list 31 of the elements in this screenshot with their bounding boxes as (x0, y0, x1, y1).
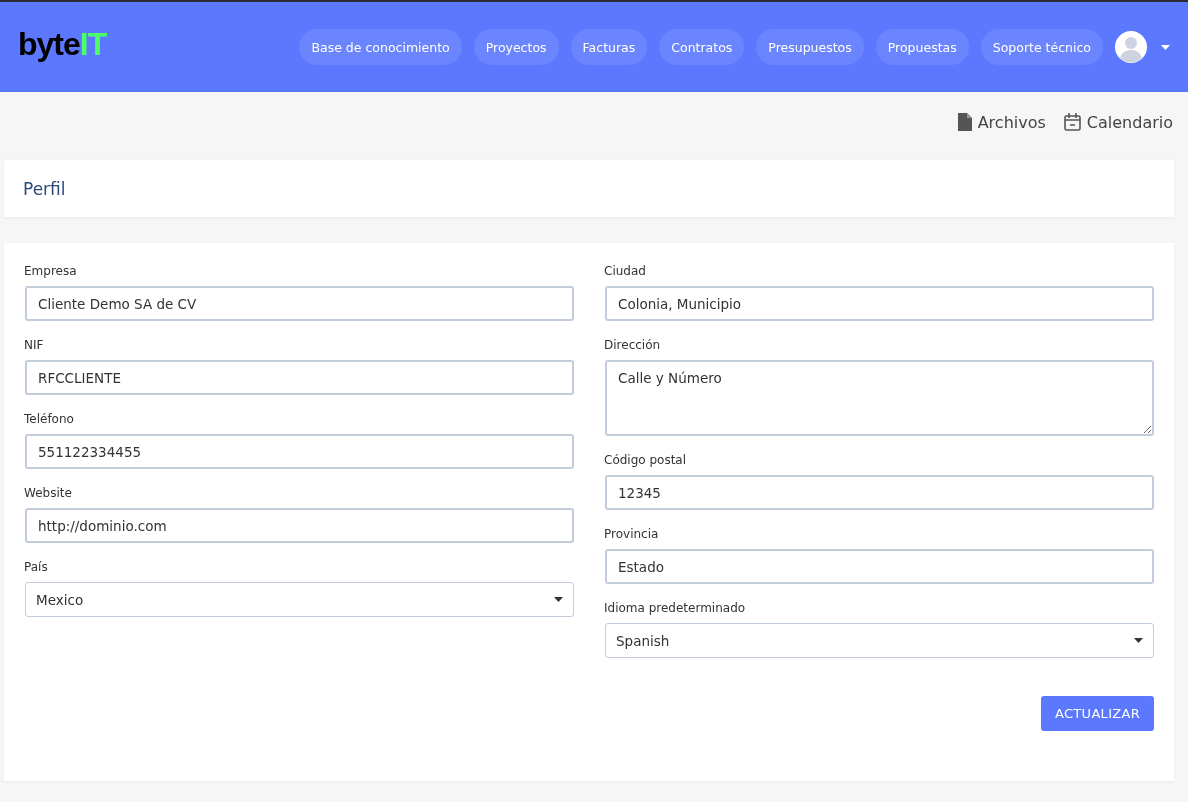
field-label: Idioma predeterminado (604, 600, 746, 616)
caret-icon (1134, 638, 1143, 643)
text-field[interactable]: RFCCLIENTE (25, 360, 574, 395)
field-label: Dirección (604, 337, 661, 353)
field-label: Ciudad (604, 263, 646, 279)
field-label: Provincia (604, 526, 659, 542)
toolbar-link[interactable]: Archivos (957, 110, 1046, 134)
text-field[interactable]: http://dominio.com (25, 508, 574, 543)
text-field[interactable]: Cliente Demo SA de CV (25, 286, 574, 321)
text-field[interactable]: Estado (605, 549, 1154, 584)
select-field[interactable]: Mexico (25, 582, 574, 617)
toolbar-link[interactable]: Calendario (1063, 110, 1173, 134)
select-field[interactable]: Spanish (605, 623, 1154, 658)
field-label: NIF (24, 337, 44, 353)
logo: byteIT (18, 25, 107, 63)
caret-icon (554, 597, 563, 602)
textarea-field[interactable]: Calle y Número (605, 360, 1154, 436)
text-field[interactable]: 12345 (605, 475, 1154, 510)
field-label: Teléfono (24, 411, 74, 427)
text-field[interactable]: Colonia, Municipio (605, 286, 1154, 321)
avatar-icon[interactable] (1115, 31, 1147, 63)
field-label: Código postal (604, 452, 687, 468)
calendar-icon (1063, 113, 1081, 131)
field-label: Empresa (24, 263, 77, 279)
text-field[interactable]: 551122334455 (25, 434, 574, 469)
file-icon (957, 113, 972, 131)
caret-icon (1161, 44, 1170, 50)
field-label: País (24, 559, 48, 575)
field-label: Website (24, 485, 72, 501)
update-button[interactable]: ACTUALIZAR (1041, 696, 1154, 731)
page-title: Perfil (23, 178, 66, 199)
